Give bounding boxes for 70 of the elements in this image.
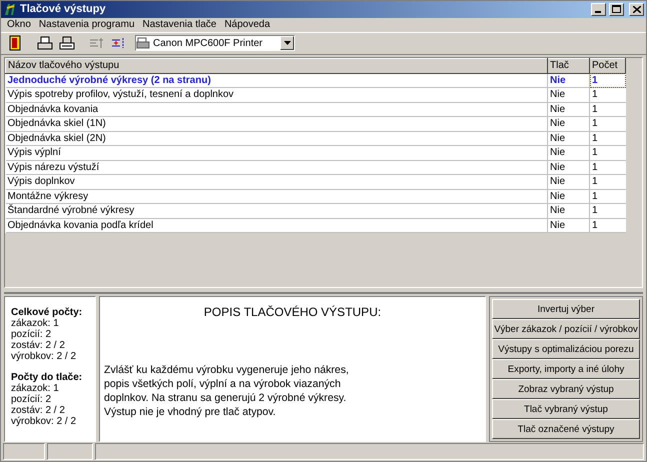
table-cell: Výpis nárezu výstuží <box>6 160 548 175</box>
counts-heading: Počty do tlače: <box>11 372 84 384</box>
table-cell: Nie <box>548 131 590 146</box>
window-title: Tlačové výstupy <box>20 3 107 16</box>
table-cell: Montážne výkresy <box>6 189 548 204</box>
column-header[interactable]: Tlač <box>548 58 590 74</box>
close-button[interactable] <box>629 2 644 16</box>
action-button[interactable]: Tlač označené výstupy <box>492 419 640 440</box>
column-header[interactable]: Počet <box>590 58 626 74</box>
table-cell: Nie <box>548 204 590 218</box>
count-line: výrobkov: 2 / 2 <box>11 351 78 362</box>
table-cell: Jednoduché výrobné výkresy (2 na stranu) <box>6 73 548 88</box>
table-cell: Objednávka skiel (2N) <box>6 131 548 146</box>
table-cell: Objednávka kovania podľa krídel <box>6 218 548 233</box>
table-cell: Nie <box>548 102 590 117</box>
counts-heading: Celkové počty: <box>11 307 84 318</box>
description-title: POPIS TLAČOVÉHO VÝSTUPU: <box>202 305 382 320</box>
menu-item[interactable]: Nastavenia tlače <box>138 19 220 30</box>
table-cell: Nie <box>548 73 590 88</box>
table-cell: Nie <box>548 218 590 233</box>
table-cell: 1 <box>590 189 626 204</box>
table-cell: Nie <box>548 189 590 204</box>
table-cell: 1 <box>590 218 626 233</box>
action-button[interactable]: Exporty, importy a iné úlohy <box>492 359 640 380</box>
close-icon <box>632 6 640 13</box>
description-text: Zvlášť ku každému výrobku vygeneruje jeho nákres, popis všetkých polí, výplní a na výrobok viazaných doplnkov. Na stranu sa generujú 2 výrobné výkresy. Výstup nie je vhodný pre tlač atypov. <box>104 363 349 420</box>
table-cell: 1 <box>590 131 626 146</box>
table-cell: Výpis doplnkov <box>6 174 548 190</box>
minimize-button[interactable] <box>591 2 606 16</box>
count-line: zákazok: 1 <box>11 318 60 330</box>
table-cell: Štandardné výrobné výkresy <box>6 204 548 218</box>
table-cell: Výpis výplní <box>6 146 548 160</box>
table-cell: 1 <box>590 102 626 117</box>
table-cell: Nie <box>548 174 590 190</box>
table-cell: 1 <box>590 204 626 218</box>
printer-dropdown[interactable]: Canon MPC600F Printer <box>135 35 295 52</box>
action-button[interactable]: Výstupy s optimalizáciou porezu <box>492 339 640 360</box>
table-cell: 1 <box>590 160 626 175</box>
action-button[interactable]: Invertuj výber <box>492 299 640 320</box>
table-cell: Nie <box>548 88 590 102</box>
menu-item[interactable]: Nápoveda <box>220 19 274 30</box>
count-line: výrobkov: 2 / 2 <box>11 416 78 428</box>
maximize-button[interactable] <box>609 2 624 16</box>
table-cell: 1 <box>590 146 626 160</box>
table-cell: Nie <box>548 116 590 132</box>
table-cell: Nie <box>548 146 590 160</box>
table-cell: 1 <box>590 73 626 88</box>
printer-icon <box>136 37 150 50</box>
table-cell: 1 <box>590 88 626 102</box>
table-cell: Nie <box>548 160 590 175</box>
maximize-icon <box>612 5 621 14</box>
count-line: zostáv: 2 / 2 <box>11 405 66 416</box>
count-line: zákazok: 1 <box>11 383 60 394</box>
count-line: pozícií: 2 <box>11 394 52 406</box>
menu-item[interactable]: Okno <box>3 19 35 30</box>
action-button[interactable]: Tlač vybraný výstup <box>492 399 640 420</box>
table-cell: Výpis spotreby profilov, výstuží, tesnení a doplnkov <box>6 88 548 102</box>
action-button[interactable]: Zobraz vybraný výstup <box>492 379 640 400</box>
menu-item[interactable]: Nastavenia programu <box>34 19 139 30</box>
table-cell: 1 <box>590 174 626 190</box>
count-line: zostáv: 2 / 2 <box>11 340 66 352</box>
table-cell: 1 <box>590 116 626 132</box>
table-cell: Objednávka kovania <box>6 102 548 117</box>
table-cell: Objednávka skiel (1N) <box>6 116 548 132</box>
column-header[interactable]: Názov tlačového výstupu <box>6 58 548 74</box>
count-line: pozícií: 2 <box>11 329 52 340</box>
app-icon <box>3 2 17 16</box>
printer-icon[interactable] <box>57 34 77 52</box>
action-button[interactable]: Výber zákazok / pozícií / výrobkov <box>492 319 640 340</box>
printer-icon[interactable] <box>35 34 55 52</box>
